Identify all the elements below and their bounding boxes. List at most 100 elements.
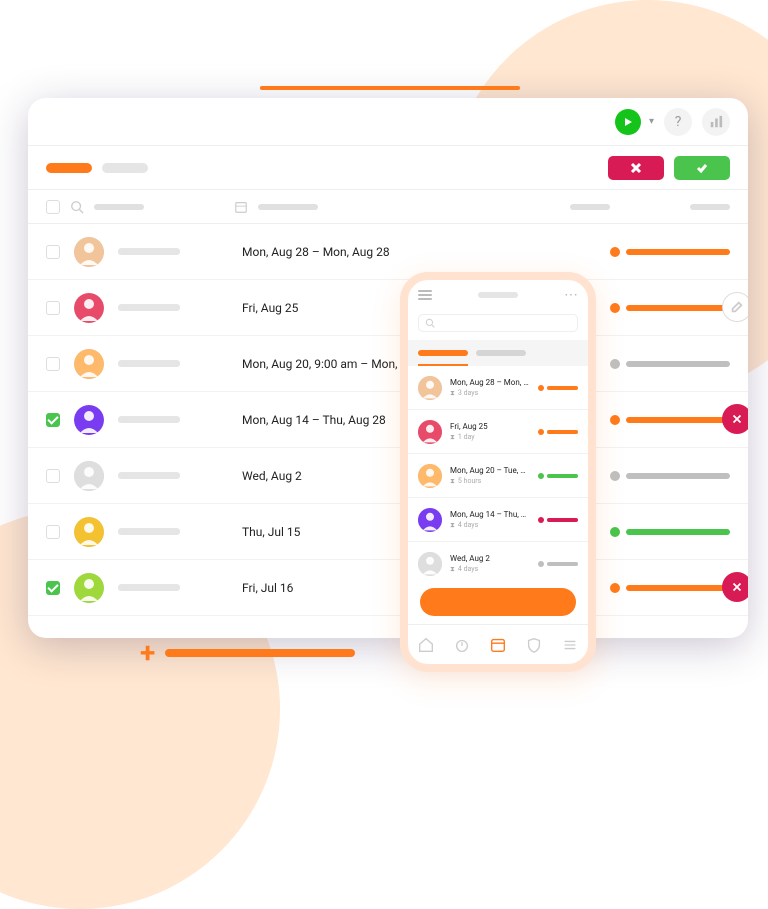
avatar xyxy=(74,573,104,603)
avatar xyxy=(418,552,442,576)
stats-icon[interactable] xyxy=(702,108,730,136)
status-cell xyxy=(610,583,730,593)
phone-date: Wed, Aug 2 xyxy=(450,554,530,563)
desktop-window: ▾ ? xyxy=(28,98,748,638)
nav-menu-icon[interactable] xyxy=(560,635,580,655)
filter-tab-inactive[interactable] xyxy=(102,163,148,173)
table-row[interactable]: Thu, Jul 15 xyxy=(28,504,748,560)
row-checkbox[interactable] xyxy=(46,469,60,483)
status-cell xyxy=(610,303,730,313)
nav-shield-icon[interactable] xyxy=(524,635,544,655)
table-row[interactable]: Mon, Aug 20, 9:00 am – Mon, Aug 20, 12: xyxy=(28,336,748,392)
reject-button[interactable] xyxy=(722,572,748,602)
date-cell: Mon, Aug 28 – Mon, Aug 28 xyxy=(242,245,596,259)
phone-meta: ⧗1 day xyxy=(450,433,530,442)
phone-status xyxy=(538,429,578,435)
list-item[interactable]: Wed, Aug 2 ⧗4 days xyxy=(408,542,588,580)
table-row[interactable]: Fri, Aug 25 xyxy=(28,280,748,336)
phone-frame: ⋯ Mon, Aug 28 – Mon, Aug 28 ⧗3 days Fri,… xyxy=(400,272,596,672)
avatar xyxy=(74,349,104,379)
header-col3-placeholder xyxy=(570,204,610,210)
phone-date: Fri, Aug 25 xyxy=(450,422,530,431)
more-icon[interactable]: ⋯ xyxy=(564,287,578,303)
avatar xyxy=(74,405,104,435)
header-date-placeholder xyxy=(258,204,318,210)
search-icon[interactable] xyxy=(70,200,84,214)
phone-tabs xyxy=(408,340,588,366)
phone-meta: ⧗4 days xyxy=(450,521,530,530)
name-placeholder xyxy=(118,528,180,535)
phone-tab-inactive[interactable] xyxy=(476,350,526,356)
avatar xyxy=(74,237,104,267)
phone-search-input[interactable] xyxy=(418,314,578,332)
table-row[interactable]: Fri, Jul 16 xyxy=(28,560,748,616)
status-cell xyxy=(610,415,730,425)
bulk-reject-button[interactable] xyxy=(608,156,664,180)
reject-button[interactable] xyxy=(722,404,748,434)
list-item[interactable]: Mon, Aug 14 – Thu, Aug 28 ⧗4 days xyxy=(408,498,588,542)
nav-home-icon[interactable] xyxy=(416,635,436,655)
phone-meta: ⧗3 days xyxy=(450,389,530,398)
avatar xyxy=(418,508,442,532)
avatar xyxy=(418,420,442,444)
table-row[interactable]: Wed, Aug 2 xyxy=(28,448,748,504)
select-all-checkbox[interactable] xyxy=(46,200,60,214)
status-cell xyxy=(610,359,730,369)
list-item[interactable]: Fri, Aug 25 ⧗1 day xyxy=(408,410,588,454)
avatar xyxy=(74,517,104,547)
phone-meta: ⧗4 days xyxy=(450,565,530,574)
caption-bar xyxy=(165,649,355,657)
edit-icon[interactable] xyxy=(722,292,748,322)
row-checkbox[interactable] xyxy=(46,357,60,371)
avatar xyxy=(74,461,104,491)
phone-date: Mon, Aug 28 – Mon, Aug 28 xyxy=(450,378,530,387)
phone-tab-active[interactable] xyxy=(418,350,468,356)
play-button[interactable] xyxy=(615,109,641,135)
filter-tab-active[interactable] xyxy=(46,163,92,173)
phone-status xyxy=(538,473,578,479)
plus-icon: + xyxy=(140,636,155,669)
table-header xyxy=(28,190,748,224)
name-placeholder xyxy=(118,472,180,479)
nav-timer-icon[interactable] xyxy=(452,635,472,655)
calendar-icon xyxy=(234,200,248,214)
avatar xyxy=(418,376,442,400)
phone-date: Mon, Aug 20 – Tue, Aug 21 xyxy=(450,466,530,475)
nav-calendar-icon[interactable] xyxy=(488,635,508,655)
phone-list: Mon, Aug 28 – Mon, Aug 28 ⧗3 days Fri, A… xyxy=(408,366,588,580)
header-status-placeholder xyxy=(690,204,730,210)
list-item[interactable]: Mon, Aug 28 – Mon, Aug 28 ⧗3 days xyxy=(408,366,588,410)
row-checkbox[interactable] xyxy=(46,301,60,315)
name-placeholder xyxy=(118,304,180,311)
name-placeholder xyxy=(118,248,180,255)
bottom-caption: + xyxy=(140,636,355,669)
row-checkbox[interactable] xyxy=(46,413,60,427)
name-placeholder xyxy=(118,360,180,367)
phone-status xyxy=(538,561,578,567)
avatar xyxy=(74,293,104,323)
phone-primary-button[interactable] xyxy=(420,588,576,616)
status-cell xyxy=(610,247,730,257)
row-checkbox[interactable] xyxy=(46,581,60,595)
hamburger-icon[interactable] xyxy=(418,290,432,300)
desktop-topbar: ▾ ? xyxy=(28,98,748,146)
table-row[interactable]: Mon, Aug 28 – Mon, Aug 28 xyxy=(28,224,748,280)
table-row[interactable]: Mon, Aug 14 – Thu, Aug 28 xyxy=(28,392,748,448)
phone-bottom-nav xyxy=(408,624,588,664)
row-checkbox[interactable] xyxy=(46,245,60,259)
bulk-approve-button[interactable] xyxy=(674,156,730,180)
name-placeholder xyxy=(118,584,180,591)
phone-topbar: ⋯ xyxy=(408,280,588,310)
name-placeholder xyxy=(118,416,180,423)
status-cell xyxy=(610,471,730,481)
phone-status xyxy=(538,517,578,523)
filter-bar xyxy=(28,146,748,190)
row-checkbox[interactable] xyxy=(46,525,60,539)
phone-meta: ⧗5 hours xyxy=(450,477,530,486)
list-item[interactable]: Mon, Aug 20 – Tue, Aug 21 ⧗5 hours xyxy=(408,454,588,498)
play-dropdown-caret[interactable]: ▾ xyxy=(649,116,654,127)
phone-status xyxy=(538,385,578,391)
phone-title-placeholder xyxy=(478,292,518,298)
help-icon[interactable]: ? xyxy=(664,108,692,136)
top-accent-bar xyxy=(260,86,520,90)
